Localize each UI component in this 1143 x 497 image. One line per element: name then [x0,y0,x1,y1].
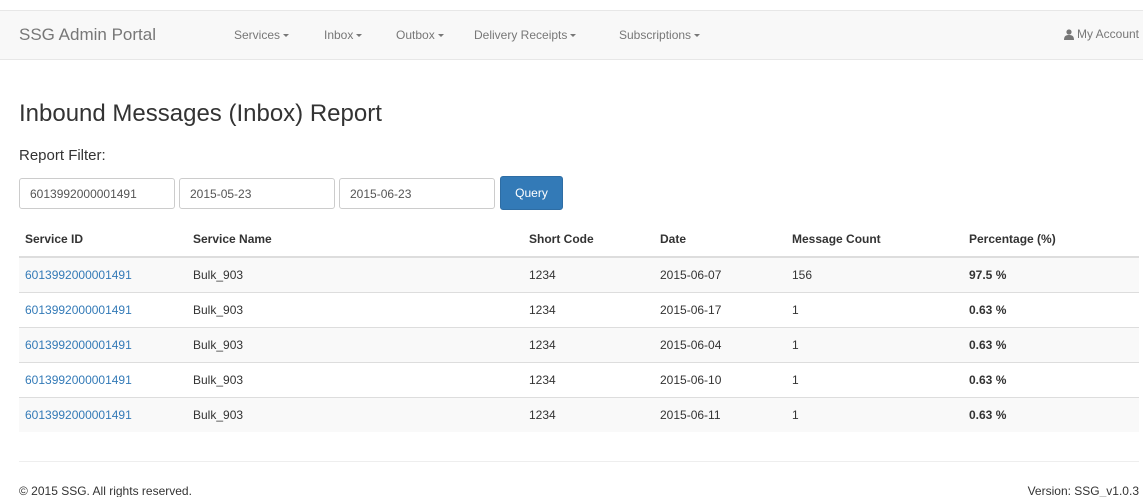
short-code-cell: 1234 [523,256,654,292]
message-count-cell: 156 [786,256,963,292]
service-id-link[interactable]: 6013992000001491 [25,268,132,282]
short-code-cell: 1234 [523,326,654,362]
percentage-cell: 0.63 % [963,326,1139,362]
service-id-link[interactable]: 6013992000001491 [25,338,132,352]
service-id-cell: 6013992000001491 [19,291,187,327]
service-id-link[interactable]: 6013992000001491 [25,303,132,317]
service-name-cell: Bulk_903 [187,361,523,397]
message-count-cell: 1 [786,326,963,362]
caret-down-icon [437,34,444,37]
caret-down-icon [356,34,363,37]
start-date-input[interactable] [179,178,335,209]
service-id-cell: 6013992000001491 [19,256,187,292]
nav-subscriptions[interactable]: Subscriptions [619,28,701,42]
nav-inbox-label[interactable]: Inbox [324,28,363,42]
short-code-cell: 1234 [523,361,654,397]
short-code-cell: 1234 [523,291,654,327]
col-service-id: Service ID [19,222,187,258]
top-navbar: SSG Admin Portal Services Inbox Outbox D… [0,10,1143,60]
percentage-cell: 0.63 % [963,396,1139,432]
service-id-cell: 6013992000001491 [19,326,187,362]
page-title: Inbound Messages (Inbox) Report [19,100,382,127]
col-date: Date [654,222,786,258]
footer-divider [19,461,1139,462]
brand-link[interactable]: SSG Admin Portal [19,25,156,45]
report-filter-label: Report Filter: [19,147,106,164]
my-account-link[interactable]: My Account [1063,27,1139,41]
col-service-name: Service Name [187,222,523,258]
col-percentage: Percentage (%) [963,222,1139,258]
table-row: 6013992000001491 Bulk_903 1234 2015-06-0… [19,326,1139,362]
date-cell: 2015-06-17 [654,291,786,327]
nav-services[interactable]: Services [234,28,290,42]
nav-inbox[interactable]: Inbox [324,28,363,42]
end-date-input[interactable] [339,178,495,209]
service-id-cell: 6013992000001491 [19,396,187,432]
col-message-count: Message Count [786,222,963,258]
copyright-text: © 2015 SSG. All rights reserved. [19,484,192,497]
nav-services-label[interactable]: Services [234,28,290,42]
service-id-link[interactable]: 6013992000001491 [25,373,132,387]
date-cell: 2015-06-07 [654,256,786,292]
nav-outbox[interactable]: Outbox [396,28,444,42]
table-row: 6013992000001491 Bulk_903 1234 2015-06-0… [19,256,1139,292]
service-name-cell: Bulk_903 [187,326,523,362]
version-text: Version: SSG_v1.0.3 [1027,484,1139,497]
table-row: 6013992000001491 Bulk_903 1234 2015-06-1… [19,291,1139,327]
service-id-cell: 6013992000001491 [19,361,187,397]
user-icon [1063,28,1074,40]
date-cell: 2015-06-04 [654,326,786,362]
service-name-cell: Bulk_903 [187,396,523,432]
message-count-cell: 1 [786,361,963,397]
service-id-link[interactable]: 6013992000001491 [25,408,132,422]
caret-down-icon [694,34,701,37]
message-count-cell: 1 [786,396,963,432]
nav-delivery-receipts-label[interactable]: Delivery Receipts [474,28,577,42]
short-code-cell: 1234 [523,396,654,432]
query-button[interactable]: Query [500,176,563,210]
date-cell: 2015-06-11 [654,396,786,432]
my-account-label: My Account [1076,27,1139,41]
service-id-input[interactable] [19,178,175,209]
table-header-row: Service ID Service Name Short Code Date … [19,222,1139,258]
service-name-cell: Bulk_903 [187,291,523,327]
date-cell: 2015-06-10 [654,361,786,397]
percentage-cell: 0.63 % [963,361,1139,397]
nav-outbox-label[interactable]: Outbox [396,28,444,42]
percentage-cell: 0.63 % [963,291,1139,327]
table-row: 6013992000001491 Bulk_903 1234 2015-06-1… [19,361,1139,397]
nav-delivery-receipts[interactable]: Delivery Receipts [474,28,577,42]
caret-down-icon [283,34,290,37]
percentage-cell: 97.5 % [963,256,1139,292]
nav-subscriptions-label[interactable]: Subscriptions [619,28,701,42]
service-name-cell: Bulk_903 [187,256,523,292]
caret-down-icon [570,34,577,37]
inbox-report-table: Service ID Service Name Short Code Date … [19,222,1139,432]
table-row: 6013992000001491 Bulk_903 1234 2015-06-1… [19,396,1139,432]
col-short-code: Short Code [523,222,654,258]
message-count-cell: 1 [786,291,963,327]
